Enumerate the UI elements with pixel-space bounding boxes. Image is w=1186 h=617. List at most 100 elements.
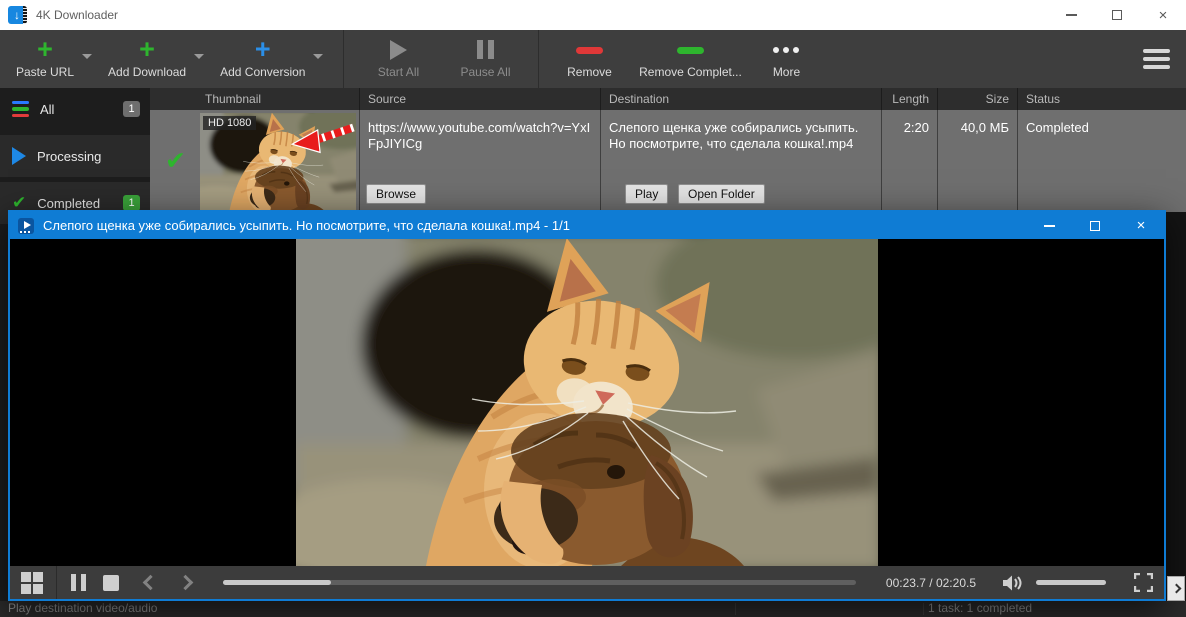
column-header-status[interactable]: Status: [1018, 88, 1186, 110]
all-count-badge: 1: [123, 101, 140, 117]
remove-icon: [576, 47, 603, 54]
player-window: Слепого щенка уже собирались усыпить. Но…: [8, 210, 1166, 601]
add-download-dropdown[interactable]: [194, 54, 204, 59]
playlist-grid-button[interactable]: [21, 572, 43, 594]
volume-button[interactable]: [1002, 574, 1024, 592]
player-maximize-button[interactable]: [1072, 212, 1118, 239]
minimize-icon: [1044, 225, 1055, 227]
window-title: 4K Downloader: [36, 8, 118, 22]
length-cell: 2:20: [882, 110, 938, 212]
more-icon: [773, 40, 799, 60]
app-icon: ↓: [8, 6, 26, 24]
size-value: 40,0 МБ: [938, 110, 1017, 135]
table-row[interactable]: ✔ HD 1080 https://www.youtube.com/watch?…: [150, 110, 1186, 212]
menu-button[interactable]: [1143, 49, 1170, 69]
controls-separator: [56, 566, 57, 599]
add-conversion-icon: +: [255, 40, 271, 60]
time-display: 00:23.7 / 02:20.5: [886, 576, 976, 590]
fullscreen-button[interactable]: [1134, 573, 1153, 592]
column-header-length[interactable]: Length: [882, 88, 938, 110]
player-titlebar: Слепого щенка уже собирались усыпить. Но…: [10, 212, 1164, 239]
menu-icon: [1143, 49, 1170, 53]
pause-all-icon: [477, 40, 494, 60]
processing-icon: [12, 147, 26, 165]
row-status-icon: ✔: [165, 146, 186, 176]
status-value: Completed: [1018, 110, 1186, 136]
destination-path: Слепого щенка уже собирались усыпить. Но…: [601, 110, 881, 152]
browse-button[interactable]: Browse: [366, 184, 426, 204]
column-header-size[interactable]: Size: [938, 88, 1018, 110]
app-window: ↓ 4K Downloader × + Paste URL + Add Down…: [0, 0, 1186, 617]
sidebar-item-label: All: [40, 102, 54, 117]
volume-level: [1036, 580, 1106, 585]
size-cell: 40,0 МБ: [938, 110, 1018, 212]
paste-url-dropdown[interactable]: [82, 54, 92, 59]
player-title: Слепого щенка уже собирались усыпить. Но…: [43, 218, 570, 233]
pause-all-button[interactable]: Pause All: [442, 30, 528, 88]
table-header: Thumbnail Source Destination Length Size…: [150, 88, 1186, 110]
pause-button[interactable]: [71, 574, 86, 591]
seek-bar[interactable]: [223, 580, 856, 585]
maximize-button[interactable]: [1094, 0, 1140, 30]
next-button[interactable]: [178, 575, 194, 591]
length-value: 2:20: [882, 110, 937, 135]
statusbar-divider: [923, 603, 924, 615]
sidebar-item-processing[interactable]: Processing: [0, 135, 150, 177]
video-area[interactable]: [10, 239, 1164, 566]
column-header-destination[interactable]: Destination: [601, 88, 882, 110]
player-icon: [18, 218, 34, 234]
paste-url-button[interactable]: + Paste URL: [10, 30, 80, 88]
remove-completed-icon: [677, 47, 704, 54]
scroll-right-button[interactable]: [1167, 576, 1185, 601]
thumbnail-cell: ✔ HD 1080: [150, 110, 360, 212]
statusbar-divider: [735, 603, 736, 615]
play-button[interactable]: Play: [625, 184, 668, 204]
sidebar-item-label: Processing: [37, 149, 101, 164]
open-folder-button[interactable]: Open Folder: [678, 184, 765, 204]
maximize-icon: [1112, 10, 1122, 20]
column-header-thumbnail[interactable]: Thumbnail: [150, 88, 360, 110]
completed-count-badge: 1: [123, 195, 140, 211]
sidebar-item-all[interactable]: All 1: [0, 88, 150, 130]
source-url: https://www.youtube.com/watch?v=YxIFpJIY…: [360, 110, 600, 152]
fullscreen-icon: [1134, 573, 1153, 592]
start-all-icon: [390, 40, 407, 60]
player-minimize-button[interactable]: [1026, 212, 1072, 239]
close-button[interactable]: ×: [1140, 0, 1186, 30]
maximize-icon: [1090, 221, 1100, 231]
video-thumbnail: HD 1080: [200, 113, 356, 212]
scroll-right-icon: [1171, 584, 1181, 594]
pause-icon: [71, 574, 76, 591]
sidebar-item-label: Completed: [37, 196, 100, 211]
minimize-button[interactable]: [1048, 0, 1094, 30]
seek-progress: [223, 580, 331, 585]
minimize-icon: [1066, 14, 1077, 16]
all-filter-icon: [12, 101, 29, 118]
volume-icon: [1002, 574, 1024, 592]
video-frame: [296, 239, 878, 566]
remove-button[interactable]: Remove: [549, 30, 629, 88]
source-cell: https://www.youtube.com/watch?v=YxIFpJIY…: [360, 110, 601, 212]
player-close-button[interactable]: ×: [1118, 212, 1164, 239]
quality-badge: HD 1080: [203, 116, 256, 130]
playlist-grid-icon: [21, 572, 31, 582]
volume-slider[interactable]: [1036, 580, 1106, 585]
window-controls: ×: [1048, 0, 1186, 30]
statusbar-task-summary: 1 task: 1 completed: [928, 601, 1032, 615]
add-conversion-dropdown[interactable]: [313, 54, 323, 59]
statusbar: Play destination video/audio 1 task: 1 c…: [0, 601, 1186, 617]
stop-button[interactable]: [103, 575, 119, 591]
add-download-button[interactable]: + Add Download: [102, 30, 192, 88]
status-cell: Completed: [1018, 110, 1186, 212]
column-header-source[interactable]: Source: [360, 88, 601, 110]
add-download-icon: +: [139, 40, 155, 60]
more-button[interactable]: More: [751, 30, 821, 88]
add-conversion-button[interactable]: + Add Conversion: [214, 30, 311, 88]
toolbar-separator: [538, 30, 539, 88]
start-all-button[interactable]: Start All: [354, 30, 442, 88]
remove-completed-button[interactable]: Remove Complet...: [629, 30, 751, 88]
toolbar-separator: [343, 30, 344, 88]
player-window-controls: ×: [1026, 212, 1164, 239]
previous-button[interactable]: [143, 575, 159, 591]
toolbar: + Paste URL + Add Download + Add Convers…: [0, 30, 1186, 88]
